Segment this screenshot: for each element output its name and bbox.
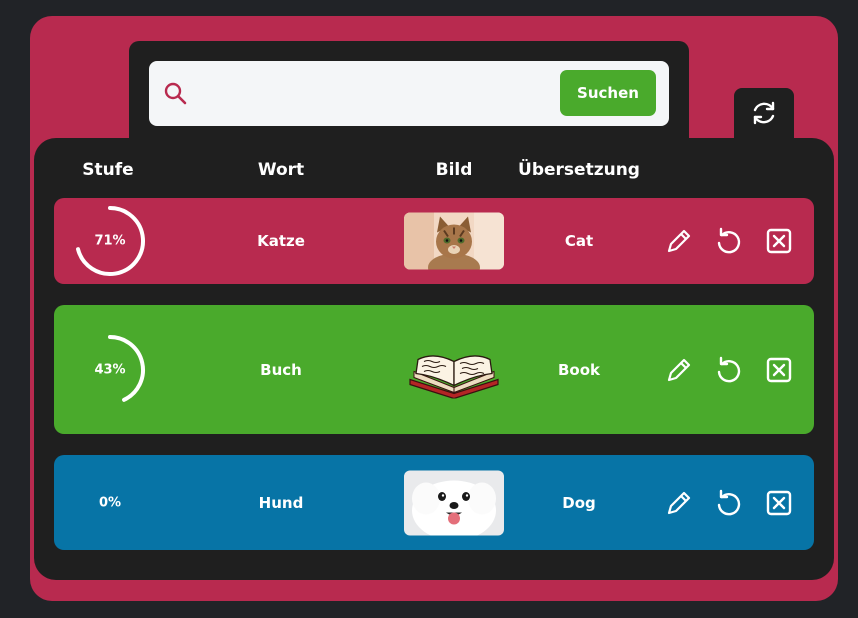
search-input[interactable] — [201, 75, 545, 113]
edit-icon[interactable] — [664, 226, 694, 256]
table-row: 0% Hund Dog — [54, 455, 814, 550]
header-image: Bild — [435, 160, 473, 180]
search-bar[interactable]: Suchen — [149, 61, 669, 126]
translation-text: Book — [557, 360, 601, 379]
word-text: Katze — [257, 232, 305, 250]
refresh-icon — [753, 101, 775, 125]
header-level: Stufe — [82, 160, 134, 180]
edit-icon[interactable] — [664, 355, 694, 385]
header-translation: Übersetzung — [518, 160, 640, 180]
reset-icon[interactable] — [714, 355, 744, 385]
book-image — [404, 341, 504, 399]
search-icon — [164, 82, 187, 105]
level-label: 71% — [94, 233, 126, 249]
table-row: 43% Buch Book — [54, 305, 814, 434]
delete-icon[interactable] — [764, 226, 794, 256]
delete-icon[interactable] — [764, 488, 794, 518]
edit-icon[interactable] — [664, 488, 694, 518]
reset-icon[interactable] — [714, 226, 744, 256]
level-label: 0% — [98, 495, 122, 510]
translation-text: Dog — [562, 493, 596, 512]
word-text: Hund — [258, 493, 304, 512]
cat-image — [404, 212, 504, 270]
search-button[interactable]: Suchen — [560, 70, 656, 116]
reset-icon[interactable] — [714, 488, 744, 518]
header-word: Wort — [257, 160, 305, 180]
delete-icon[interactable] — [764, 355, 794, 385]
translation-text: Cat — [564, 232, 594, 250]
level-label: 43% — [94, 362, 126, 377]
table-row: 71% Katze Cat — [54, 198, 814, 284]
word-text: Buch — [260, 360, 302, 379]
dog-image — [404, 470, 504, 535]
